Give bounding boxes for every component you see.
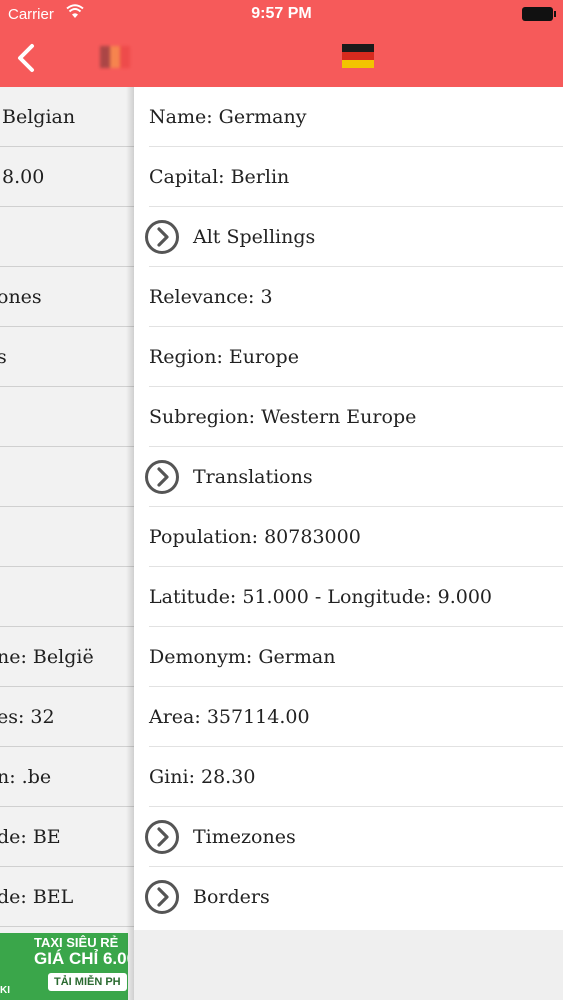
translations-row[interactable]: Translations xyxy=(134,447,563,507)
borders-row[interactable]: Borders xyxy=(134,867,563,927)
ad-banner[interactable]: TAXI SIÊU RẺ GIÁ CHỈ 6.00 TẢI MIỄN PH KI xyxy=(0,933,128,1000)
list-item: Belgian xyxy=(0,87,140,147)
chevron-right-circle-icon xyxy=(145,460,179,494)
back-button[interactable] xyxy=(8,38,48,78)
list-item xyxy=(0,567,140,627)
list-item: 8.00 xyxy=(0,147,140,207)
detail-row-population: Population: 80783000 xyxy=(134,507,563,567)
list-item: de: BE xyxy=(0,807,140,867)
ad-tag: KI xyxy=(0,985,10,996)
detail-row-gini: Gini: 28.30 xyxy=(134,747,563,807)
detail-row-coordinates: Latitude: 51.000 - Longitude: 9.000 xyxy=(134,567,563,627)
chevron-right-circle-icon xyxy=(145,880,179,914)
table-footer xyxy=(134,930,563,1000)
germany-flag-icon xyxy=(342,44,374,68)
ad-price: GIÁ CHỈ 6.00 xyxy=(34,949,128,968)
chevron-right-circle-icon xyxy=(145,820,179,854)
belgium-flag-icon xyxy=(100,46,130,68)
detail-row-name: Name: Germany xyxy=(134,87,563,147)
detail-row-capital: Capital: Berlin xyxy=(134,147,563,207)
detail-row-relevance: Relevance: 3 xyxy=(134,267,563,327)
list-item xyxy=(0,387,140,447)
list-item xyxy=(0,207,140,267)
list-item: es: 32 xyxy=(0,687,140,747)
timezones-row[interactable]: Timezones xyxy=(134,807,563,867)
list-item: ne: België xyxy=(0,627,140,687)
list-item xyxy=(0,507,140,567)
list-item xyxy=(0,447,140,507)
detail-row-region: Region: Europe xyxy=(134,327,563,387)
detail-row-subregion: Subregion: Western Europe xyxy=(134,387,563,447)
list-item: n: .be xyxy=(0,747,140,807)
list-item: ones xyxy=(0,267,140,327)
detail-row-demonym: Demonym: German xyxy=(134,627,563,687)
alt-spellings-row[interactable]: Alt Spellings xyxy=(134,207,563,267)
navigation-bar xyxy=(0,30,563,87)
ad-download-button[interactable]: TẢI MIỄN PH xyxy=(48,973,127,991)
ad-headline: TAXI SIÊU RẺ xyxy=(34,935,119,950)
country-detail-panel: Name: Germany Capital: Berlin Alt Spelli… xyxy=(134,87,563,1000)
battery-icon xyxy=(522,7,556,21)
status-bar: Carrier 9:57 PM xyxy=(0,0,563,30)
detail-row-area: Area: 357114.00 xyxy=(134,687,563,747)
list-item: s xyxy=(0,327,140,387)
chevron-left-icon xyxy=(18,44,34,72)
list-item: de: BEL xyxy=(0,867,140,927)
background-country-list: Belgian 8.00 ones s ne: België es: 32 n:… xyxy=(0,87,140,1000)
clock: 9:57 PM xyxy=(251,5,312,22)
chevron-right-circle-icon xyxy=(145,220,179,254)
